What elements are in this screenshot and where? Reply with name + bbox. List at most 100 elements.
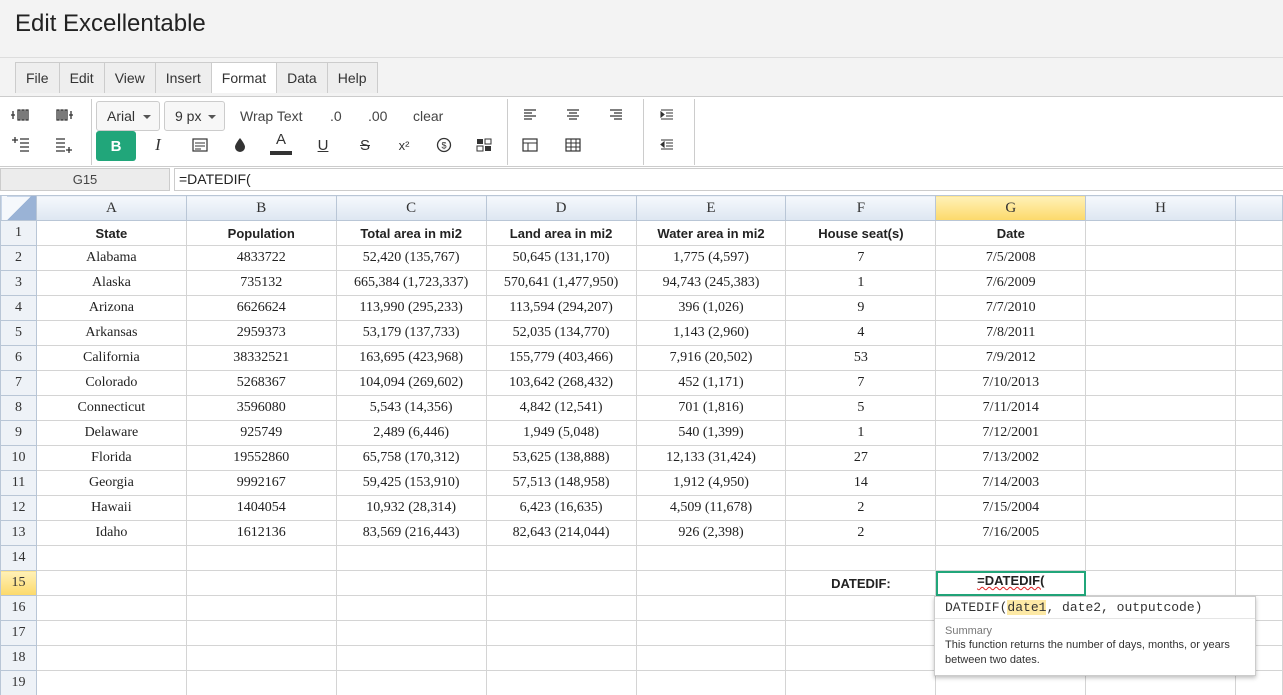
cell[interactable]: 6,423 (16,635) <box>485 495 637 521</box>
cell[interactable]: Alabama <box>35 245 187 271</box>
underline-button[interactable]: U <box>308 131 338 159</box>
font-size-select[interactable]: 9 px <box>164 101 225 131</box>
cell[interactable] <box>1234 545 1283 571</box>
cell[interactable] <box>635 645 787 671</box>
cell[interactable]: Arizona <box>35 295 187 321</box>
cell[interactable]: 12,133 (31,424) <box>635 445 787 471</box>
row-header[interactable]: 10 <box>0 445 37 471</box>
cell[interactable]: 53,625 (138,888) <box>485 445 637 471</box>
cell[interactable]: 52,420 (135,767) <box>335 245 487 271</box>
cell[interactable] <box>1234 345 1283 371</box>
cell[interactable] <box>185 645 337 671</box>
currency-icon[interactable]: $ <box>429 131 459 159</box>
cell[interactable]: Florida <box>35 445 187 471</box>
bold-button[interactable]: B <box>96 131 136 161</box>
cell[interactable]: 570,641 (1,477,950) <box>485 270 637 296</box>
cell[interactable]: 7/15/2004 <box>935 495 1087 521</box>
insert-column-right-icon[interactable] <box>49 101 79 129</box>
cell[interactable]: 1,143 (2,960) <box>635 320 787 346</box>
insert-row-below-icon[interactable] <box>49 131 79 159</box>
cell[interactable]: 1 <box>785 270 937 296</box>
cell[interactable]: 5 <box>785 395 937 421</box>
cell[interactable] <box>335 670 487 695</box>
cell[interactable]: 27 <box>785 445 937 471</box>
cell[interactable]: 53 <box>785 345 937 371</box>
menu-data[interactable]: Data <box>277 63 328 93</box>
cell[interactable]: 1,912 (4,950) <box>635 470 787 496</box>
cell[interactable] <box>1234 320 1283 346</box>
row-header[interactable]: 5 <box>0 320 37 346</box>
cell[interactable]: 4,842 (12,541) <box>485 395 637 421</box>
menu-file[interactable]: File <box>16 63 60 93</box>
menu-view[interactable]: View <box>105 63 156 93</box>
cell[interactable]: 7 <box>785 370 937 396</box>
column-header[interactable]: G <box>935 195 1087 221</box>
fill-color-icon[interactable] <box>225 131 255 159</box>
cell[interactable]: 83,569 (216,443) <box>335 520 487 546</box>
row-header[interactable]: 2 <box>0 245 37 271</box>
cell[interactable]: Arkansas <box>35 320 187 346</box>
cell[interactable] <box>1085 370 1236 396</box>
cell[interactable]: 452 (1,171) <box>635 370 787 396</box>
cell[interactable] <box>1085 570 1236 596</box>
cell[interactable]: 3596080 <box>185 395 337 421</box>
cell[interactable] <box>1085 495 1236 521</box>
cell[interactable]: House seat(s) <box>785 220 937 246</box>
cell[interactable] <box>185 545 337 571</box>
datedif-label[interactable]: DATEDIF: <box>785 570 937 596</box>
row-header[interactable]: 18 <box>0 645 37 671</box>
cell[interactable]: Colorado <box>35 370 187 396</box>
cell[interactable]: 155,779 (403,466) <box>485 345 637 371</box>
cell[interactable] <box>485 620 637 646</box>
cell[interactable] <box>485 645 637 671</box>
cell[interactable]: Date <box>935 220 1087 246</box>
increase-decimal-button[interactable]: .00 <box>368 101 387 131</box>
cell[interactable]: Georgia <box>35 470 187 496</box>
column-header[interactable]: B <box>185 195 337 221</box>
cell[interactable]: 2,489 (6,446) <box>335 420 487 446</box>
cell[interactable]: California <box>35 345 187 371</box>
cell[interactable] <box>935 545 1087 571</box>
cell[interactable] <box>1085 245 1236 271</box>
row-header[interactable]: 7 <box>0 370 37 396</box>
cell[interactable]: 50,645 (131,170) <box>485 245 637 271</box>
cell[interactable]: 1,949 (5,048) <box>485 420 637 446</box>
column-header[interactable]: E <box>635 195 787 221</box>
cell[interactable] <box>1085 270 1236 296</box>
cell[interactable]: Land area in mi2 <box>485 220 637 246</box>
cell[interactable]: 59,425 (153,910) <box>335 470 487 496</box>
cell[interactable] <box>635 670 787 695</box>
cell[interactable]: Population <box>185 220 337 246</box>
cell[interactable] <box>35 595 187 621</box>
borders-icon[interactable] <box>558 131 588 159</box>
italic-button[interactable]: I <box>143 131 173 159</box>
superscript-button[interactable]: x² <box>389 131 419 159</box>
cell[interactable] <box>1085 445 1236 471</box>
row-header[interactable]: 9 <box>0 420 37 446</box>
indent-decrease-icon[interactable] <box>652 131 682 159</box>
cell[interactable] <box>785 620 937 646</box>
insert-row-above-icon[interactable] <box>6 131 36 159</box>
cell[interactable] <box>1234 395 1283 421</box>
cell[interactable]: Water area in mi2 <box>635 220 787 246</box>
row-header[interactable]: 4 <box>0 295 37 321</box>
insert-column-left-icon[interactable] <box>6 101 36 129</box>
cell[interactable]: Hawaii <box>35 495 187 521</box>
cell[interactable]: 2 <box>785 520 937 546</box>
cell[interactable] <box>1234 445 1283 471</box>
menu-format[interactable]: Format <box>211 63 278 93</box>
column-header[interactable]: C <box>335 195 487 221</box>
cell[interactable]: 540 (1,399) <box>635 420 787 446</box>
cell[interactable]: 19552860 <box>185 445 337 471</box>
cell[interactable] <box>485 670 637 695</box>
cell[interactable]: 7/16/2005 <box>935 520 1087 546</box>
cell[interactable] <box>785 545 937 571</box>
row-header[interactable]: 3 <box>0 270 37 296</box>
cell[interactable] <box>185 570 337 596</box>
cell[interactable]: 7/7/2010 <box>935 295 1087 321</box>
cell[interactable]: 396 (1,026) <box>635 295 787 321</box>
cell[interactable] <box>635 595 787 621</box>
merge-cells-icon[interactable] <box>515 131 545 159</box>
font-family-select[interactable]: Arial <box>96 101 160 131</box>
cell[interactable] <box>35 620 187 646</box>
